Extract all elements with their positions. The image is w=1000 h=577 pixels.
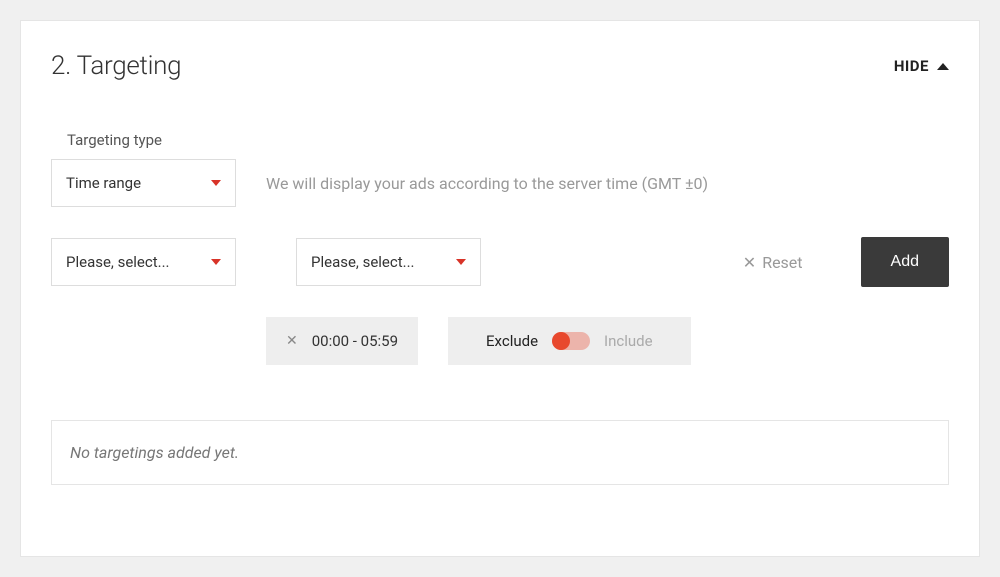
chips-row: ✕ 00:00 - 05:59 Exclude Include: [266, 317, 949, 365]
time-to-select[interactable]: Please, select...: [296, 238, 481, 286]
caret-down-icon: [456, 259, 466, 265]
toggle-exclude-label: Exclude: [486, 332, 538, 350]
time-range-chip: ✕ 00:00 - 05:59: [266, 317, 418, 365]
time-from-placeholder: Please, select...: [66, 253, 170, 271]
hide-toggle[interactable]: HIDE: [894, 57, 949, 75]
caret-down-icon: [211, 180, 221, 186]
reset-button[interactable]: ✕ Reset: [743, 253, 803, 272]
time-from-select[interactable]: Please, select...: [51, 238, 236, 286]
chevron-up-icon: [937, 63, 949, 70]
targeting-type-row: Time range We will display your ads acco…: [51, 159, 949, 207]
chip-label: 00:00 - 05:59: [312, 332, 398, 350]
empty-state: No targetings added yet.: [51, 420, 949, 485]
targeting-type-hint: We will display your ads according to th…: [266, 174, 708, 193]
time-to-placeholder: Please, select...: [311, 253, 415, 271]
hide-label: HIDE: [894, 57, 929, 75]
panel-header: 2. Targeting HIDE: [51, 51, 949, 81]
targeting-type-select[interactable]: Time range: [51, 159, 236, 207]
toggle-include-label: Include: [604, 332, 653, 350]
targeting-type-label: Targeting type: [67, 131, 949, 149]
time-range-row: Please, select... Please, select... ✕ Re…: [51, 237, 949, 287]
switch-knob: [552, 332, 570, 350]
panel-title: 2. Targeting: [51, 51, 181, 81]
targeting-type-value: Time range: [66, 174, 141, 192]
toggle-switch[interactable]: [552, 332, 590, 350]
exclude-include-toggle: Exclude Include: [448, 317, 691, 365]
chip-remove-icon[interactable]: ✕: [286, 333, 298, 349]
reset-label: Reset: [762, 253, 802, 272]
close-icon: ✕: [743, 253, 756, 272]
add-button[interactable]: Add: [861, 237, 949, 287]
caret-down-icon: [211, 259, 221, 265]
targeting-panel: 2. Targeting HIDE Targeting type Time ra…: [20, 20, 980, 557]
